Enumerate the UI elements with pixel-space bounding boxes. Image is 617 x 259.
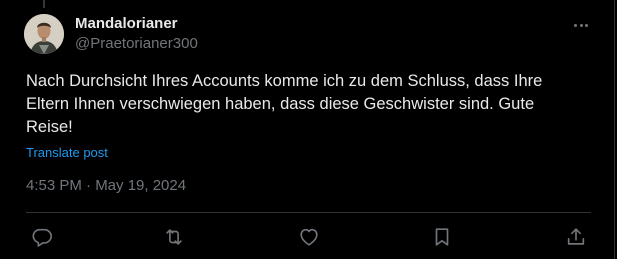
bookmark-icon[interactable] [431,226,453,248]
post-timestamp[interactable]: 4:53 PM · May 19, 2024 [26,177,186,194]
repost-icon[interactable] [163,226,185,248]
post-text: Nach Durchsicht Ihres Accounts komme ich… [26,72,543,136]
share-icon[interactable] [565,226,587,248]
like-icon[interactable] [298,226,320,248]
avatar-image [24,14,64,54]
divider [26,212,591,213]
avatar[interactable] [24,14,64,54]
reply-icon[interactable] [31,226,53,248]
author-display-name[interactable]: Mandalorianer [75,15,178,32]
author-handle[interactable]: @Praetorianer300 [75,35,198,52]
translate-post-link[interactable]: Translate post [26,145,108,160]
tweet-card: Mandalorianer @Praetorianer300 Nach Durc… [0,0,615,259]
thread-connector-line [43,0,45,8]
more-options-icon[interactable] [570,14,592,36]
